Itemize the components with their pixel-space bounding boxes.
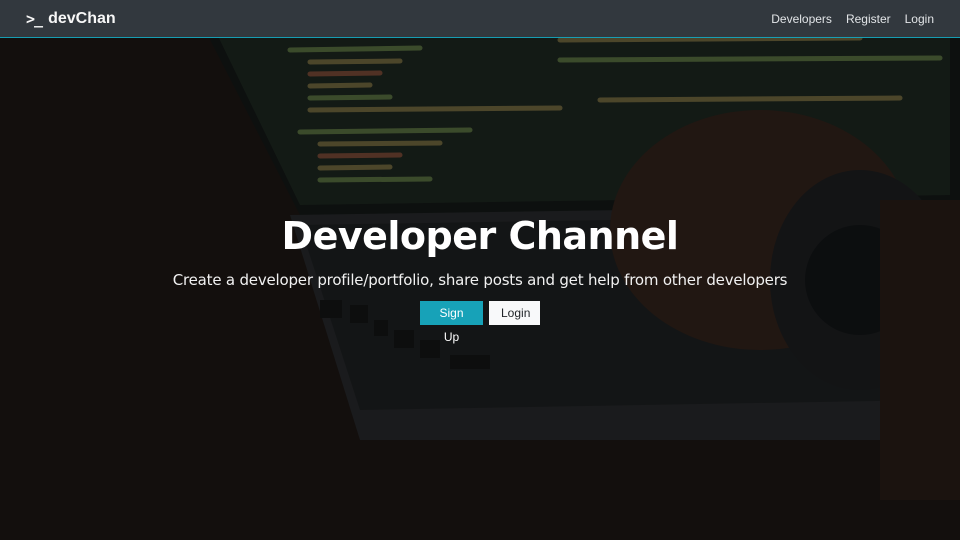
signup-button[interactable]: Sign Up [420, 300, 483, 344]
nav-link-developers[interactable]: Developers [771, 12, 832, 26]
hero-section: Developer Channel Create a developer pro… [0, 200, 960, 344]
nav-links: Developers Register Login [757, 12, 934, 26]
nav-link-register[interactable]: Register [846, 12, 891, 26]
nav-link-login[interactable]: Login [905, 12, 934, 26]
login-button[interactable]: Login [489, 300, 540, 325]
hero-subtitle: Create a developer profile/portfolio, sh… [172, 270, 788, 289]
brand-name: devChan [48, 9, 116, 27]
navbar: >_ devChan Developers Register Login [0, 0, 960, 38]
brand-link[interactable]: >_ devChan [26, 10, 116, 28]
terminal-prompt-icon: >_ [26, 9, 43, 28]
hero-buttons: Sign Up Login [0, 300, 960, 344]
hero-title: Developer Channel [281, 214, 679, 258]
